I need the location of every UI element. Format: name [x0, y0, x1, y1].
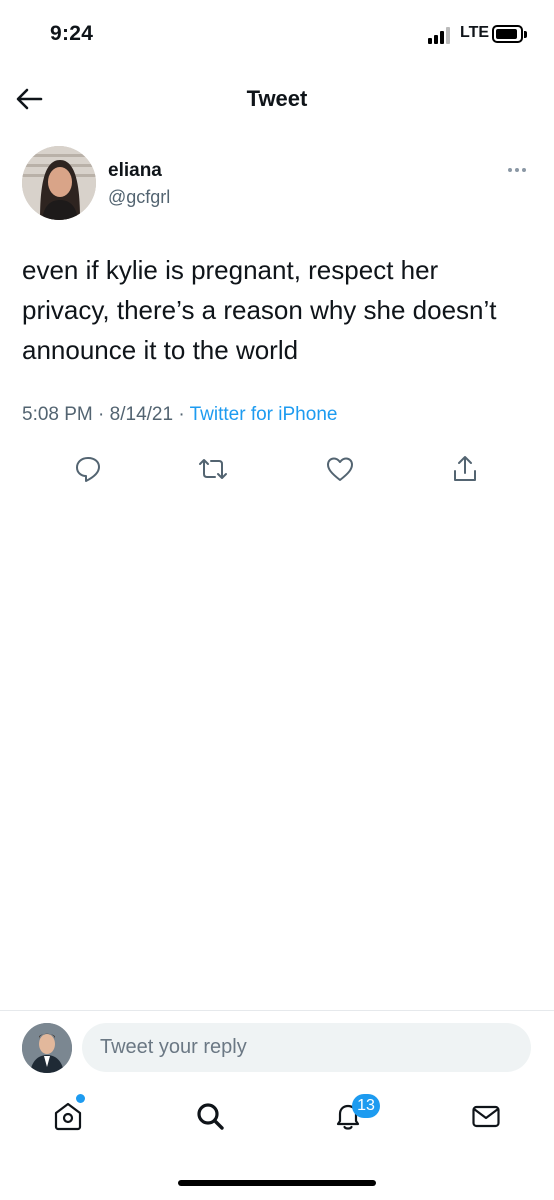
- notification-count-badge: 13: [352, 1094, 380, 1118]
- avatar-image: [22, 146, 96, 220]
- cellular-signal-icon: [428, 26, 454, 44]
- page-title: Tweet: [246, 86, 308, 111]
- header: Tweet: [0, 70, 554, 128]
- tab-search[interactable]: [188, 1094, 232, 1138]
- messages-icon: [472, 1105, 500, 1128]
- retweet-button[interactable]: [196, 452, 230, 486]
- tweet-actions: [0, 446, 554, 490]
- user-avatar[interactable]: [22, 1023, 72, 1073]
- home-unread-dot: [76, 1094, 85, 1103]
- tweet-meta: 5:08 PM · 8/14/21 · Twitter for iPhone: [22, 404, 338, 425]
- user-avatar-image: [22, 1023, 72, 1073]
- author-avatar[interactable]: [22, 146, 96, 220]
- tweet-date: 8/14/21: [109, 404, 174, 425]
- share-icon: [454, 456, 476, 481]
- tweet-source-link[interactable]: Twitter for iPhone: [190, 404, 338, 425]
- tab-bar: 13: [0, 1080, 554, 1160]
- status-time: 9:24: [50, 22, 94, 45]
- author-name[interactable]: eliana: [108, 160, 162, 182]
- author-handle[interactable]: @gcfgrl: [108, 187, 170, 208]
- network-type: LTE: [460, 24, 490, 41]
- search-icon: [197, 1103, 224, 1130]
- share-button[interactable]: [448, 452, 482, 486]
- like-button[interactable]: [323, 452, 357, 486]
- retweet-icon: [199, 459, 227, 479]
- battery-icon: [492, 25, 523, 43]
- tweet-text: even if kylie is pregnant, respect her p…: [22, 255, 497, 365]
- reply-icon: [76, 457, 100, 482]
- reply-input[interactable]: [82, 1023, 531, 1072]
- reply-button[interactable]: [71, 452, 105, 486]
- more-dots-icon: [508, 168, 512, 172]
- reply-bar: [0, 1010, 554, 1080]
- home-indicator: [178, 1180, 376, 1186]
- tweet-time: 5:08 PM: [22, 404, 93, 425]
- status-bar: 9:24 LTE: [0, 0, 554, 70]
- more-options-button[interactable]: [502, 160, 532, 180]
- tab-messages[interactable]: [464, 1094, 508, 1138]
- like-icon: [327, 457, 353, 481]
- home-icon: [54, 1102, 82, 1131]
